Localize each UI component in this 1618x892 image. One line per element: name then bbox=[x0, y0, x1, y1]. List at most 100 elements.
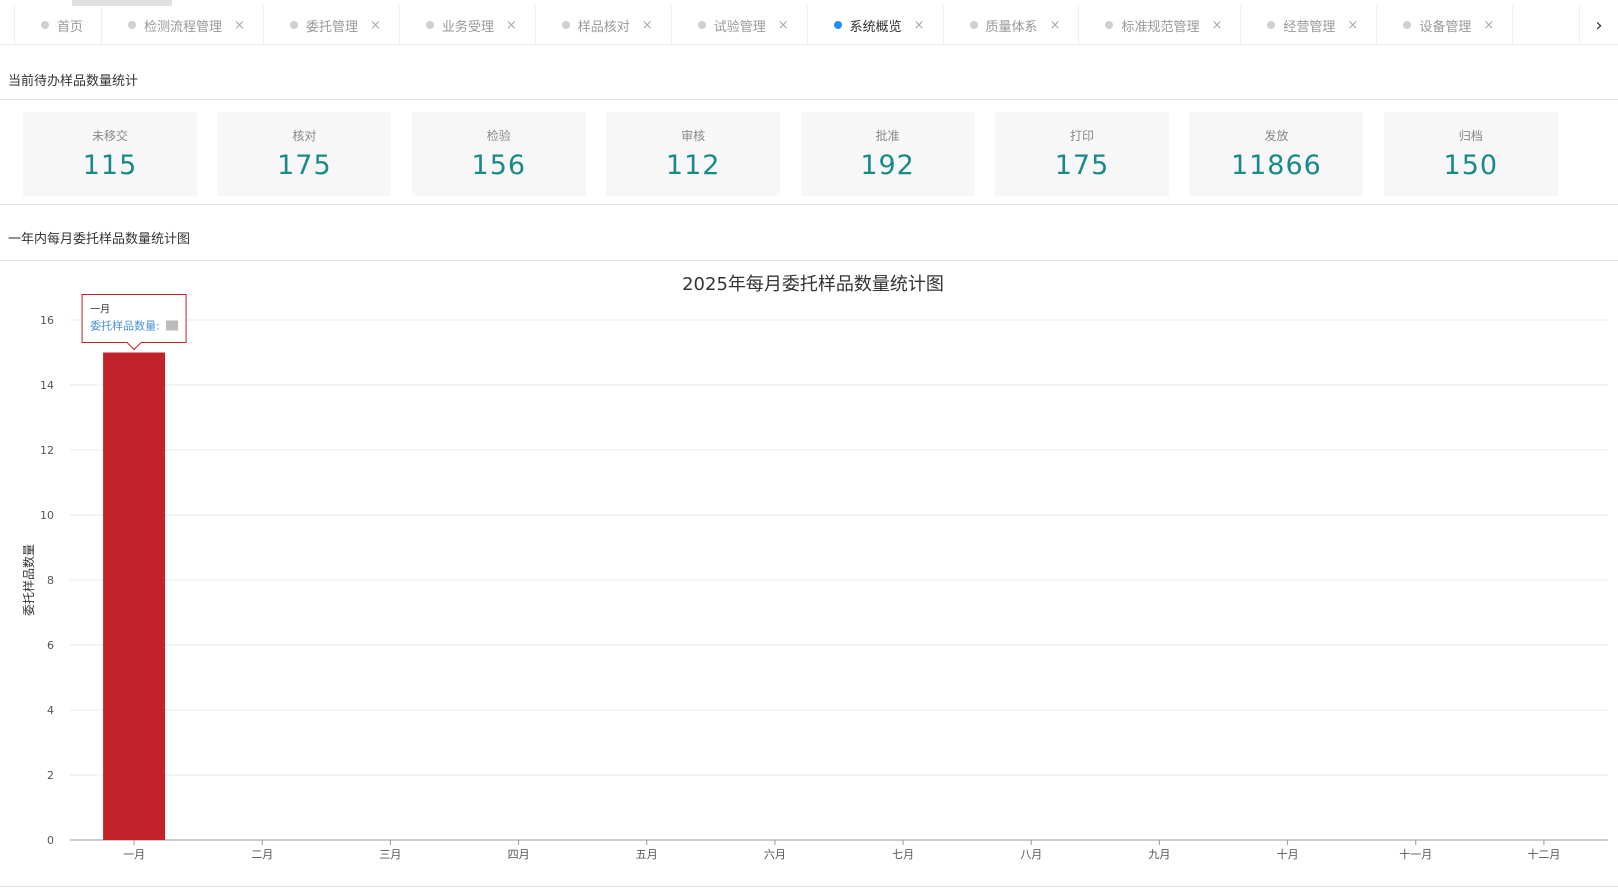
tab-close-icon[interactable]: × bbox=[234, 18, 245, 33]
stat-card-label: 核对 bbox=[292, 129, 317, 143]
x-tick-label: 八月 bbox=[1020, 848, 1042, 861]
stat-card-value: 192 bbox=[860, 150, 915, 181]
stat-card-value: 112 bbox=[665, 150, 721, 181]
x-tick-label: 十一月 bbox=[1399, 847, 1432, 861]
x-tick-label: 七月 bbox=[892, 848, 914, 861]
stat-card[interactable]: 检验 156 bbox=[411, 112, 586, 196]
tab-close-icon[interactable]: × bbox=[506, 18, 517, 33]
y-tick-label: 4 bbox=[47, 704, 54, 717]
divider bbox=[0, 886, 1618, 887]
x-tick-label: 五月 bbox=[636, 848, 658, 861]
y-tick-label: 8 bbox=[47, 574, 54, 587]
tab-label: 标准规范管理 bbox=[1121, 19, 1200, 35]
tab-3[interactable]: 业务受理 × bbox=[400, 6, 536, 44]
tab-status-dot-icon bbox=[697, 21, 706, 29]
tab-status-dot-icon bbox=[1403, 21, 1412, 29]
tab-label: 业务受理 bbox=[441, 19, 494, 35]
tooltip-value-mask bbox=[166, 320, 179, 331]
stat-card-label: 打印 bbox=[1069, 129, 1094, 143]
tab-label: 委托管理 bbox=[305, 19, 358, 35]
tab-bar: 首页 检测流程管理 × 委托管理 × 业务受理 × 样品核对 × 试验管理 × 系统概览 × 质量体系 × 标… bbox=[0, 6, 1618, 45]
bar-0 bbox=[103, 352, 166, 840]
stat-card-value: 115 bbox=[82, 150, 138, 181]
tab-label: 设备管理 bbox=[1419, 19, 1472, 35]
tab-list: 首页 检测流程管理 × 委托管理 × 业务受理 × 样品核对 × 试验管理 × 系统概览 × 质量体系 × 标… bbox=[14, 6, 1514, 44]
tab-10[interactable]: 设备管理 × bbox=[1377, 6, 1514, 44]
tab-7[interactable]: 质量体系 × bbox=[944, 6, 1080, 44]
tab-status-dot-icon bbox=[128, 21, 137, 29]
tab-9[interactable]: 经营管理 × bbox=[1241, 6, 1378, 44]
x-tick-label: 十二月 bbox=[1527, 847, 1560, 861]
tab-1[interactable]: 检测流程管理 × bbox=[102, 6, 264, 44]
stat-card[interactable]: 发放 11866 bbox=[1189, 112, 1364, 196]
stat-card[interactable]: 批准 192 bbox=[800, 112, 975, 196]
tab-label: 样品核对 bbox=[577, 19, 630, 35]
stat-card-value: 156 bbox=[471, 150, 527, 181]
tab-close-icon[interactable]: × bbox=[1211, 18, 1222, 33]
tab-label: 系统概览 bbox=[849, 19, 902, 35]
y-tick-label: 12 bbox=[40, 444, 54, 457]
stat-card[interactable]: 打印 175 bbox=[995, 112, 1169, 196]
tab-label: 经营管理 bbox=[1283, 19, 1336, 35]
stat-card-label: 归档 bbox=[1458, 129, 1483, 143]
tab-2[interactable]: 委托管理 × bbox=[264, 6, 400, 44]
tab-close-icon[interactable]: × bbox=[642, 18, 653, 33]
tab-label: 质量体系 bbox=[985, 19, 1038, 35]
x-tick-label: 四月 bbox=[508, 848, 530, 861]
tab-status-dot-icon bbox=[969, 21, 978, 29]
tab-status-dot-icon bbox=[425, 21, 434, 29]
tab-label: 首页 bbox=[57, 19, 84, 35]
stat-card-value: 175 bbox=[277, 150, 332, 181]
tab-label: 试验管理 bbox=[713, 19, 766, 35]
x-tick-label: 一月 bbox=[123, 848, 145, 861]
tab-close-icon[interactable]: × bbox=[1050, 18, 1061, 33]
tab-status-dot-icon bbox=[41, 21, 49, 29]
tab-close-icon[interactable]: × bbox=[1483, 18, 1494, 33]
stat-card[interactable]: 核对 175 bbox=[217, 112, 392, 196]
chart-section-title: 一年内每月委托样品数量统计图 bbox=[8, 232, 191, 247]
x-tick-label: 十月 bbox=[1277, 847, 1299, 861]
tab-close-icon[interactable]: × bbox=[778, 18, 789, 33]
tooltip-series-label: 委托样品数量: bbox=[90, 319, 160, 333]
tab-status-dot-icon bbox=[289, 21, 298, 29]
x-tick-label: 六月 bbox=[764, 848, 786, 861]
x-tick-label: 三月 bbox=[379, 848, 401, 861]
tab-close-icon[interactable]: × bbox=[1347, 18, 1358, 33]
pending-stat-cards: 未移交 115 核对 175 检验 156 审核 112 批准 192 打印 175 发放 11866 归档… bbox=[23, 112, 1603, 196]
y-tick-label: 10 bbox=[40, 509, 54, 522]
stat-card-label: 未移交 bbox=[91, 129, 128, 143]
tab-6[interactable]: 系统概览 × bbox=[808, 6, 944, 44]
tab-scroll-next-icon[interactable]: › bbox=[1579, 6, 1618, 44]
y-tick-label: 16 bbox=[40, 314, 54, 327]
x-tick-label: 二月 bbox=[251, 848, 273, 861]
tab-status-dot-icon bbox=[561, 21, 570, 29]
tab-4[interactable]: 样品核对 × bbox=[536, 6, 672, 44]
stat-card[interactable]: 审核 112 bbox=[606, 112, 781, 196]
divider bbox=[0, 204, 1618, 205]
tab-close-icon[interactable]: × bbox=[914, 18, 925, 33]
stat-card[interactable]: 归档 150 bbox=[1383, 112, 1558, 196]
tab-8[interactable]: 标准规范管理 × bbox=[1079, 6, 1242, 44]
stat-card-label: 检验 bbox=[486, 129, 511, 143]
y-axis-label: 委托样品数量 bbox=[21, 544, 36, 616]
y-tick-label: 14 bbox=[40, 379, 54, 392]
stat-card-label: 批准 bbox=[875, 129, 900, 143]
divider bbox=[0, 99, 1618, 100]
y-tick-label: 6 bbox=[47, 639, 54, 652]
pending-section-title: 当前待办样品数量统计 bbox=[8, 74, 139, 89]
tab-close-icon[interactable]: × bbox=[370, 18, 381, 33]
stat-card-value: 11866 bbox=[1230, 150, 1322, 181]
tab-5[interactable]: 试验管理 × bbox=[672, 6, 808, 44]
tab-0[interactable]: 首页 bbox=[14, 6, 103, 44]
tooltip-category: 一月 bbox=[90, 304, 110, 316]
stat-card-value: 175 bbox=[1054, 150, 1110, 181]
monthly-chart: 2025年每月委托样品数量统计图 0 2 4 6 8 10 12 14 16 委托样品数量 一月 二月三… bbox=[0, 268, 1618, 888]
monthly-chart-svg: 2025年每月委托样品数量统计图0246810121416委托样品数量一月 二月三… bbox=[21, 274, 1608, 861]
tab-label: 检测流程管理 bbox=[144, 19, 223, 35]
stat-card-label: 发放 bbox=[1264, 129, 1289, 143]
divider bbox=[0, 260, 1618, 261]
tab-status-dot-icon bbox=[1267, 21, 1276, 29]
tab-status-dot-icon bbox=[833, 21, 842, 29]
stat-card[interactable]: 未移交 115 bbox=[23, 112, 197, 196]
y-tick-label: 0 bbox=[47, 834, 54, 847]
